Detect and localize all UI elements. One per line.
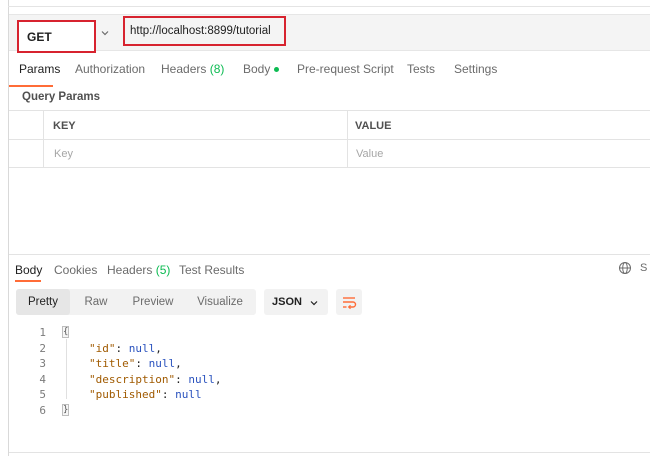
tab-tests[interactable]: Tests: [407, 62, 435, 76]
label-text: Body: [243, 62, 270, 76]
chevron-down-icon: [310, 299, 318, 307]
top-frame-border: [8, 6, 650, 7]
column-divider: [43, 111, 44, 167]
response-tabs: Body Cookies Headers (5) Test Results: [9, 261, 650, 283]
format-label: JSON: [272, 296, 302, 308]
key-column-header: KEY: [53, 120, 76, 132]
label-text: {: [62, 325, 69, 338]
line-number: 4: [9, 373, 46, 386]
code-line: "description": null,: [89, 373, 221, 386]
url-input[interactable]: http://localhost:8899/tutorial: [123, 16, 286, 46]
response-status-text: S: [640, 262, 647, 274]
value-column-header: VALUE: [355, 120, 391, 132]
view-mode-preview[interactable]: Preview: [122, 289, 184, 315]
view-mode-raw[interactable]: Raw: [70, 289, 122, 315]
label-text: Pre-request Script: [297, 62, 394, 76]
view-mode-visualize[interactable]: Visualize: [184, 289, 256, 315]
response-tab-cookies[interactable]: Cookies: [54, 263, 97, 277]
query-params-table: KEY VALUE Key Value: [9, 110, 650, 168]
label-text: Body: [15, 263, 42, 277]
code-line: "title": null,: [89, 357, 182, 370]
line-number: 1: [9, 326, 46, 339]
active-response-tab-indicator: [15, 280, 41, 282]
label-text: Test Results: [179, 263, 244, 277]
view-mode-switcher: Pretty Raw Preview Visualize: [16, 289, 256, 315]
response-body-code[interactable]: 1 2 3 4 5 6 { "id": null, "title": null,…: [9, 322, 650, 422]
tab-body[interactable]: Body: [243, 62, 279, 76]
indent-guide: [66, 339, 67, 399]
bottom-divider: [9, 452, 650, 453]
request-tabs: Params Authorization Headers (8) Body Pr…: [9, 60, 650, 84]
request-bar: GET http://localhost:8899/tutorial: [9, 14, 650, 51]
column-divider: [347, 111, 348, 167]
label-text: Headers: [107, 263, 152, 277]
label-text: Params: [19, 62, 60, 76]
wrap-lines-button[interactable]: [336, 289, 362, 315]
query-params-title: Query Params: [22, 91, 100, 103]
close-brace-fold[interactable]: }: [62, 404, 69, 416]
code-line: "id": null,: [89, 342, 162, 355]
active-tab-indicator: [9, 85, 53, 87]
label-text: Tests: [407, 62, 435, 76]
row-divider: [9, 139, 650, 140]
line-number: 5: [9, 388, 46, 401]
wrap-lines-icon: [336, 289, 362, 315]
response-divider: [9, 254, 650, 255]
format-select[interactable]: JSON: [264, 289, 328, 315]
response-tab-headers[interactable]: Headers (5): [107, 263, 170, 277]
response-headers-count: (5): [156, 263, 171, 277]
tab-headers[interactable]: Headers (8): [161, 62, 224, 76]
line-number: 6: [9, 404, 46, 417]
label-text: Settings: [454, 62, 497, 76]
body-indicator-dot: [274, 67, 279, 72]
open-brace-fold[interactable]: {: [62, 326, 69, 338]
key-input[interactable]: Key: [54, 148, 73, 160]
response-tab-body[interactable]: Body: [15, 263, 42, 277]
chevron-down-icon[interactable]: [101, 29, 109, 37]
tab-authorization[interactable]: Authorization: [75, 62, 145, 76]
headers-count: (8): [210, 62, 225, 76]
tab-params[interactable]: Params: [19, 62, 60, 76]
label-text: Authorization: [75, 62, 145, 76]
line-number: 3: [9, 357, 46, 370]
tab-pre-request-script[interactable]: Pre-request Script: [297, 62, 394, 76]
globe-icon[interactable]: [618, 261, 632, 275]
url-text: http://localhost:8899/tutorial: [130, 25, 271, 37]
method-select[interactable]: GET: [17, 20, 96, 53]
method-label: GET: [27, 30, 52, 44]
response-tab-test-results[interactable]: Test Results: [179, 263, 244, 277]
view-mode-pretty[interactable]: Pretty: [16, 289, 70, 315]
tab-settings[interactable]: Settings: [454, 62, 497, 76]
line-number: 2: [9, 342, 46, 355]
label-text: Headers: [161, 62, 206, 76]
label-text: Cookies: [54, 263, 97, 277]
value-input[interactable]: Value: [356, 148, 383, 160]
label-text: }: [62, 403, 69, 416]
code-line: "published": null: [89, 388, 202, 401]
